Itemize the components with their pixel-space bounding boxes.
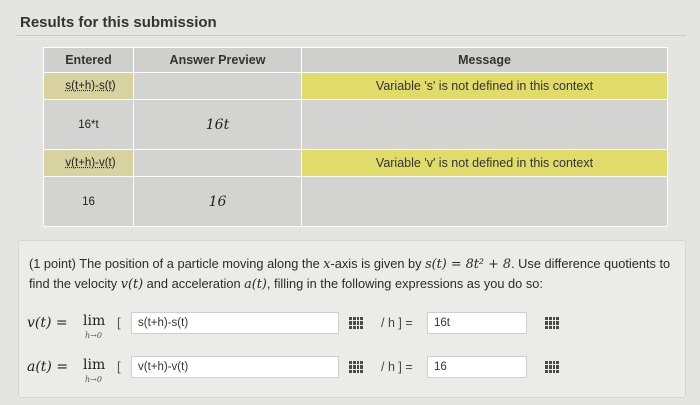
table-row: 16 16 <box>43 176 668 227</box>
velocity-variable: v(t) <box>120 277 144 292</box>
entered-cell: 16 <box>43 176 134 227</box>
acceleration-variable: a(t) <box>244 277 267 292</box>
table-row: s(t+h)-s(t) Variable 's' is not defined … <box>43 72 668 100</box>
divide-by-h-label: / h ] = <box>381 360 413 374</box>
message-cell: Variable 's' is not defined in this cont… <box>301 72 668 100</box>
page-title: Results for this submission <box>20 14 217 31</box>
table-row: 16*t 16t <box>43 99 668 150</box>
message-cell <box>301 176 668 227</box>
limit-subscript: h→0 <box>85 331 102 340</box>
entered-value: s(t+h)-s(t) <box>65 80 116 92</box>
title-divider <box>16 35 686 36</box>
header-entered: Entered <box>43 47 134 73</box>
velocity-lhs-text: v(t) = <box>27 315 68 331</box>
message-cell <box>301 99 668 150</box>
acceleration-result-input[interactable]: 16 <box>427 356 527 378</box>
acceleration-lhs-text: a(t) = <box>27 359 69 375</box>
entered-value: v(t+h)-v(t) <box>65 157 116 169</box>
problem-text-part: , filling in the following expressions a… <box>266 276 543 291</box>
problem-text-part: -axis is given by <box>330 256 426 271</box>
equation-editor-icon[interactable] <box>545 317 559 329</box>
velocity-expression-row: v(t) = lim h→0 [ s(t+h)-s(t) / h ] = 16t <box>27 311 677 341</box>
results-table: Entered Answer Preview Message s(t+h)-s(… <box>43 47 668 227</box>
equation-editor-icon[interactable] <box>349 361 363 373</box>
entered-cell: 16*t <box>43 99 134 150</box>
header-message: Message <box>301 47 668 73</box>
velocity-lhs: v(t) = <box>27 315 68 331</box>
acceleration-numerator-input[interactable]: v(t+h)-v(t) <box>131 356 339 378</box>
divide-by-h-label: / h ] = <box>381 316 413 330</box>
points-label: (1 point) <box>29 256 76 271</box>
header-answer-preview: Answer Preview <box>133 47 302 73</box>
velocity-result-input[interactable]: 16t <box>427 312 527 334</box>
open-bracket: [ <box>117 315 121 330</box>
preview-cell <box>133 72 302 100</box>
preview-cell <box>133 149 302 177</box>
problem-panel: (1 point) The position of a particle mov… <box>18 240 686 398</box>
equation-editor-icon[interactable] <box>349 317 363 329</box>
equation-editor-icon[interactable] <box>545 361 559 373</box>
preview-cell: 16 <box>133 176 302 227</box>
open-bracket: [ <box>117 359 121 374</box>
acceleration-lhs: a(t) = <box>27 359 68 375</box>
problem-statement: (1 point) The position of a particle mov… <box>29 254 679 294</box>
limit-symbol: lim <box>83 313 106 329</box>
acceleration-expression-row: a(t) = lim h→0 [ v(t+h)-v(t) / h ] = 16 <box>27 355 677 385</box>
entered-value: 16 <box>82 195 95 208</box>
table-header-row: Entered Answer Preview Message <box>43 47 668 73</box>
message-cell: Variable 'v' is not defined in this cont… <box>301 149 668 177</box>
velocity-numerator-input[interactable]: s(t+h)-s(t) <box>131 312 339 334</box>
entered-value: 16*t <box>78 118 99 131</box>
entered-cell: v(t+h)-v(t) <box>43 149 134 177</box>
position-equation: s(t) = 8t² + 8 <box>425 257 512 272</box>
limit-subscript: h→0 <box>85 375 102 384</box>
entered-cell: s(t+h)-s(t) <box>43 72 134 100</box>
problem-text-part: The position of a particle moving along … <box>75 256 324 271</box>
x-variable: x <box>323 257 331 272</box>
problem-text-part: and acceleration <box>143 276 245 291</box>
table-row: v(t+h)-v(t) Variable 'v' is not defined … <box>43 149 668 177</box>
limit-symbol: lim <box>83 357 106 373</box>
preview-cell: 16t <box>133 99 302 150</box>
